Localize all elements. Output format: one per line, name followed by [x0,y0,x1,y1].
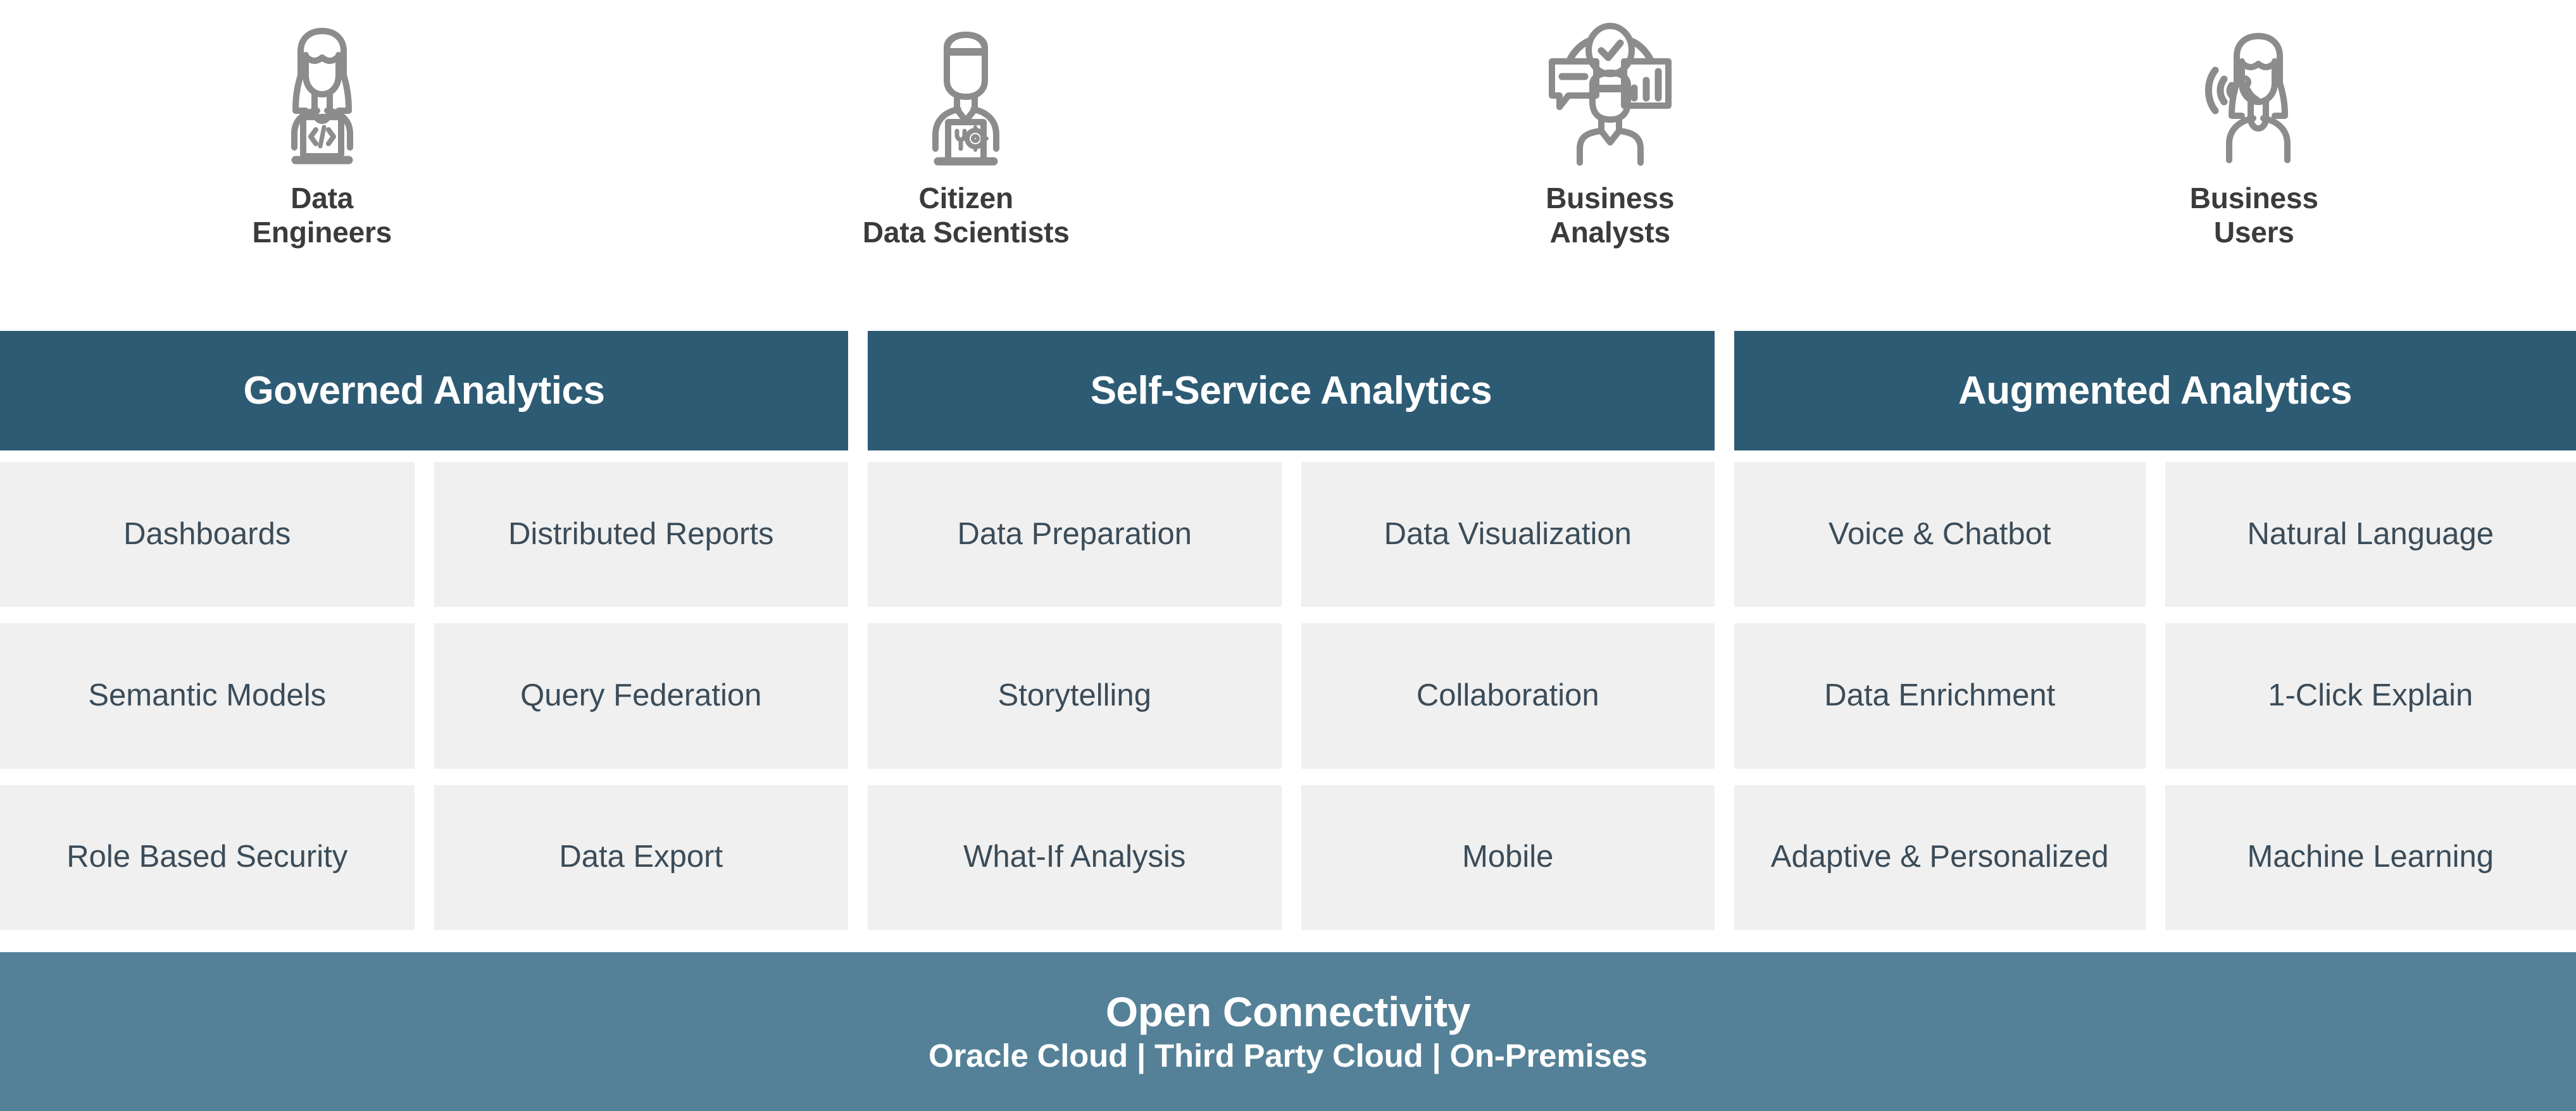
group-header-self-service-analytics: Self-Service Analytics [868,331,1715,450]
persona-label: Business Users [2190,181,2318,250]
capability-groups: Governed Analytics Dashboards Distribute… [0,331,2576,930]
tile-row: Semantic Models Query Federation [0,623,848,769]
persona-business-analysts: Business Analysts [1288,0,1932,316]
persona-data-engineers: Data Engineers [0,0,644,316]
footer-subtitle: Oracle Cloud | Third Party Cloud | On-Pr… [928,1038,1648,1074]
tile-voice-and-chatbot[interactable]: Voice & Chatbot [1734,462,2146,607]
tile-dashboards[interactable]: Dashboards [0,462,415,607]
group-tiles: Data Preparation Data Visualization Stor… [868,450,1715,930]
data-engineer-icon [249,18,395,176]
tile-mobile[interactable]: Mobile [1301,785,1715,930]
tile-row: Data Enrichment 1-Click Explain [1734,623,2576,769]
persona-label-line2: Engineers [252,216,392,249]
business-user-icon [2181,18,2327,176]
group-tiles: Voice & Chatbot Natural Language Data En… [1734,450,2576,930]
group-self-service-analytics: Self-Service Analytics Data Preparation … [868,331,1715,930]
tile-row: Storytelling Collaboration [868,623,1715,769]
persona-label-line1: Business [1546,182,1675,214]
tile-storytelling[interactable]: Storytelling [868,623,1282,769]
persona-citizen-data-scientists: Citizen Data Scientists [644,0,1289,316]
tile-data-export[interactable]: Data Export [434,785,848,930]
persona-label: Citizen Data Scientists [863,181,1070,250]
tile-machine-learning[interactable]: Machine Learning [2165,785,2576,930]
tile-data-enrichment[interactable]: Data Enrichment [1734,623,2146,769]
persona-label-line2: Users [2213,216,2294,249]
tile-distributed-reports[interactable]: Distributed Reports [434,462,848,607]
tile-what-if-analysis[interactable]: What-If Analysis [868,785,1282,930]
persona-row: Data Engineers Citizen Data Scientists B… [0,0,2576,316]
group-governed-analytics: Governed Analytics Dashboards Distribute… [0,331,848,930]
persona-label-line1: Data [291,182,354,214]
analytics-capability-diagram: Data Engineers Citizen Data Scientists B… [0,0,2576,1111]
business-analyst-icon [1537,18,1683,176]
tile-row: Data Preparation Data Visualization [868,462,1715,607]
persona-label: Data Engineers [252,181,392,250]
tile-role-based-security[interactable]: Role Based Security [0,785,415,930]
persona-business-users: Business Users [1932,0,2576,316]
persona-label: Business Analysts [1546,181,1674,250]
tile-data-preparation[interactable]: Data Preparation [868,462,1282,607]
tile-collaboration[interactable]: Collaboration [1301,623,1715,769]
tile-row: Voice & Chatbot Natural Language [1734,462,2576,607]
persona-label-line1: Citizen [918,182,1014,214]
tile-data-visualization[interactable]: Data Visualization [1301,462,1715,607]
tile-row: Adaptive & Personalized Machine Learning [1734,785,2576,930]
footer-title: Open Connectivity [1105,988,1471,1035]
tile-query-federation[interactable]: Query Federation [434,623,848,769]
open-connectivity-banner: Open Connectivity Oracle Cloud | Third P… [0,952,2576,1111]
persona-label-line2: Analysts [1549,216,1670,249]
citizen-data-scientist-icon [893,18,1039,176]
persona-label-line2: Data Scientists [862,216,1070,249]
tile-semantic-models[interactable]: Semantic Models [0,623,415,769]
tile-row: Dashboards Distributed Reports [0,462,848,607]
group-tiles: Dashboards Distributed Reports Semantic … [0,450,848,930]
tile-natural-language[interactable]: Natural Language [2165,462,2576,607]
group-header-governed-analytics: Governed Analytics [0,331,848,450]
group-header-augmented-analytics: Augmented Analytics [1734,331,2576,450]
persona-label-line1: Business [2189,182,2318,214]
tile-row: Role Based Security Data Export [0,785,848,930]
tile-1-click-explain[interactable]: 1-Click Explain [2165,623,2576,769]
tile-adaptive-and-personalized[interactable]: Adaptive & Personalized [1734,785,2146,930]
group-augmented-analytics: Augmented Analytics Voice & Chatbot Natu… [1734,331,2576,930]
tile-row: What-If Analysis Mobile [868,785,1715,930]
